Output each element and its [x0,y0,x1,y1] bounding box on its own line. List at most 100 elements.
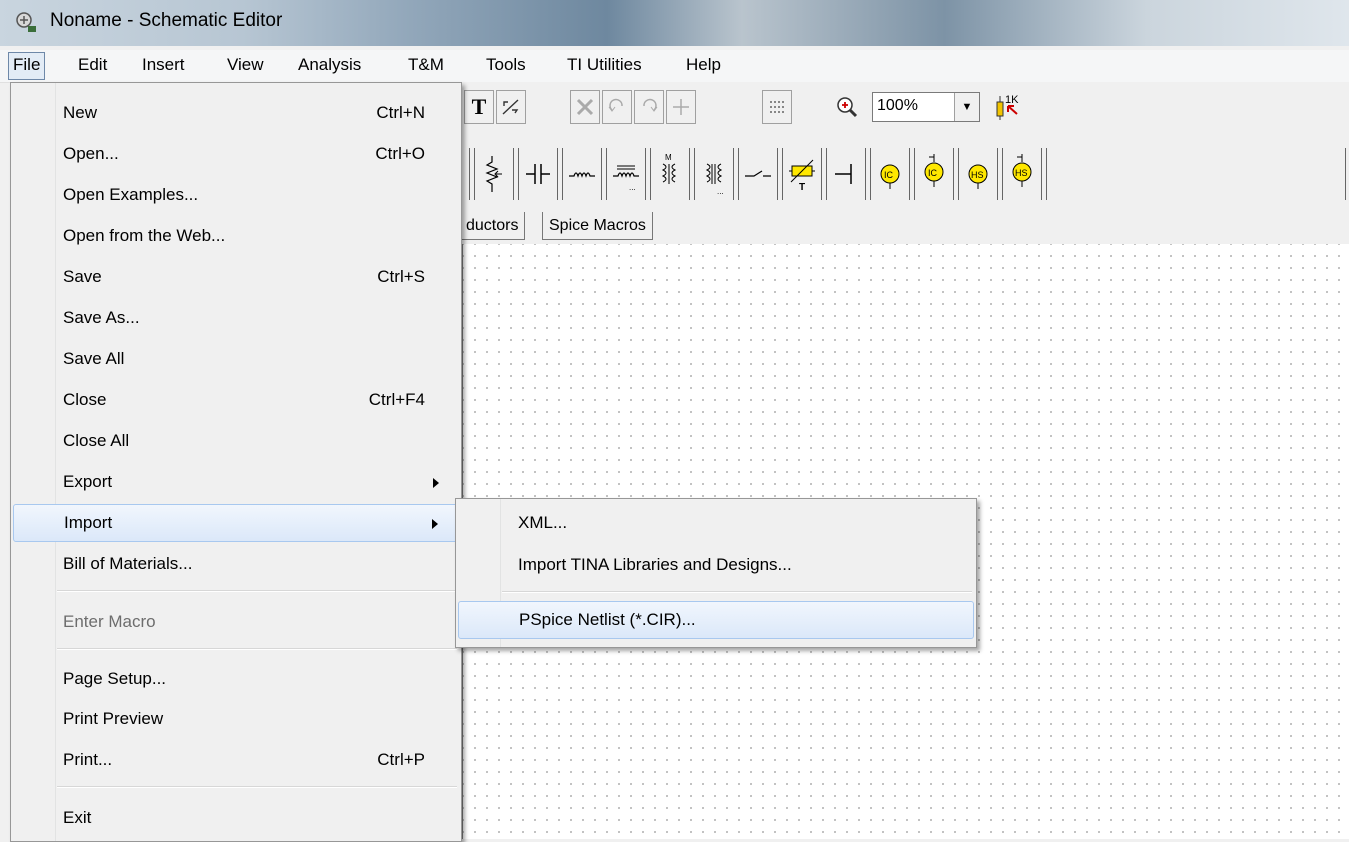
menu-item-save-all[interactable]: Save All [13,341,459,379]
core-inductor-button[interactable]: ... [606,148,646,200]
capacitor-button[interactable] [518,148,558,200]
menu-item-open-label: Open... [63,144,119,163]
capacitor-icon [526,164,550,184]
label-icon [502,99,519,115]
menu-bar: File Edit Insert View Analysis T&M Tools… [0,50,1349,83]
zoom-select[interactable]: 100% ▼ [872,92,980,122]
menu-item-print[interactable]: Print... Ctrl+P [13,742,459,780]
inductor-icon [569,172,595,178]
svg-text:HS: HS [1015,168,1028,178]
window-title: Noname - Schematic Editor [50,10,283,31]
ground-button[interactable] [826,148,866,200]
svg-text:IC: IC [928,168,938,178]
resistor-value-button[interactable]: 1K [994,90,1024,124]
menu-help[interactable]: Help [682,52,725,78]
menu-item-close-shortcut: Ctrl+F4 [368,390,425,409]
menu-item-close-all-label: Close All [63,431,130,450]
tab-semiconductors[interactable]: ductors [460,212,526,240]
menu-item-page-setup-label: Page Setup... [63,669,167,688]
menu-tm[interactable]: T&M [404,52,448,78]
grid-toggle-button[interactable] [762,90,792,124]
menu-item-save-all-label: Save All [63,349,125,368]
edit-label-button[interactable] [496,90,526,124]
delete-icon [576,98,594,116]
ideal-transformer-button[interactable]: ... [694,148,734,200]
text-tool-button[interactable]: T [464,90,494,124]
submenu-item-xml-label: XML... [518,513,568,532]
file-menu: New Ctrl+N Open... Ctrl+O Open Examples.… [10,82,462,842]
junction-button[interactable] [666,90,696,124]
menu-item-enter-macro: Enter Macro [13,604,459,642]
menu-view[interactable]: View [223,52,268,78]
menu-insert[interactable]: Insert [138,52,189,78]
menu-item-open-examples[interactable]: Open Examples... [13,177,459,215]
menu-analysis[interactable]: Analysis [294,52,365,78]
ic-icon: IC [880,164,900,189]
grid-icon [770,101,784,113]
menu-tools[interactable]: Tools [482,52,530,78]
menu-item-open[interactable]: Open... Ctrl+O [13,136,459,174]
submenu-item-pspice-netlist-label: PSpice Netlist (*.CIR)... [519,610,696,629]
hs-plus-button[interactable]: HS [1002,148,1042,200]
ic-plus-button[interactable]: IC [914,148,954,200]
menu-item-bom[interactable]: Bill of Materials... [13,546,459,584]
menu-item-close[interactable]: Close Ctrl+F4 [13,382,459,420]
ic-plus-icon: IC [924,154,944,187]
resistor-1k-icon: 1K [996,94,1019,120]
core-inductor-icon: ... [613,165,639,192]
menu-item-bom-label: Bill of Materials... [63,554,193,573]
submenu-item-tina-libraries[interactable]: Import TINA Libraries and Designs... [458,547,974,585]
switch-button[interactable] [738,148,778,200]
menu-item-open-shortcut: Ctrl+O [375,144,425,163]
ic-button[interactable]: IC [870,148,910,200]
menu-item-save-label: Save [63,267,102,286]
menu-item-page-setup[interactable]: Page Setup... [13,661,459,699]
app-icon [16,12,36,32]
undo-button[interactable] [602,90,632,124]
menu-separator [502,591,972,593]
potentiometer-button[interactable] [474,148,514,200]
tab-spice-macros[interactable]: Spice Macros [542,212,653,240]
menu-item-save-as[interactable]: Save As... [13,300,459,338]
menu-item-new-label: New [63,103,98,122]
menu-item-exit[interactable]: Exit [13,800,459,838]
menu-item-save-as-label: Save As... [63,308,140,327]
menu-item-print-preview[interactable]: Print Preview [13,701,459,739]
varistor-icon: T [789,159,815,193]
submenu-arrow-icon [433,478,439,488]
svg-text:...: ... [629,183,636,192]
menu-item-export[interactable]: Export [13,464,459,502]
menu-ti-utilities[interactable]: TI Utilities [563,52,646,78]
menu-item-close-all[interactable]: Close All [13,423,459,461]
menu-item-new[interactable]: New Ctrl+N [13,95,459,133]
component-toolbar: ... M ... T IC IC HS HS [460,140,1349,204]
svg-text:M: M [665,153,672,162]
text-icon: T [471,94,487,119]
varistor-button[interactable]: T [782,148,822,200]
terminal-icon [835,164,852,184]
menu-item-open-web-label: Open from the Web... [63,226,226,245]
menu-item-save[interactable]: Save Ctrl+S [13,259,459,297]
transformer-icon: M [661,153,677,184]
submenu-item-xml[interactable]: XML... [458,505,974,543]
hs-button[interactable]: HS [958,148,998,200]
zoom-button[interactable] [832,90,862,124]
redo-button[interactable] [634,90,664,124]
menu-item-import[interactable]: Import [13,504,459,542]
inductor-button[interactable] [562,148,602,200]
menu-item-new-shortcut: Ctrl+N [376,103,425,122]
transformer-button[interactable]: M [650,148,690,200]
submenu-item-pspice-netlist[interactable]: PSpice Netlist (*.CIR)... [458,601,974,639]
crosshair-icon [673,99,689,115]
title-bar: Noname - Schematic Editor [0,0,1349,46]
menu-item-import-label: Import [64,513,113,532]
menu-item-open-web[interactable]: Open from the Web... [13,218,459,256]
menu-item-exit-label: Exit [63,808,92,827]
menu-file[interactable]: File [8,52,46,80]
delete-button[interactable] [570,90,600,124]
zoom-value: 100% [877,97,918,114]
menu-edit[interactable]: Edit [74,52,111,78]
potentiometer-icon [485,156,502,192]
hs-plus-icon: HS [1012,154,1032,187]
chevron-down-icon[interactable]: ▼ [954,93,979,121]
